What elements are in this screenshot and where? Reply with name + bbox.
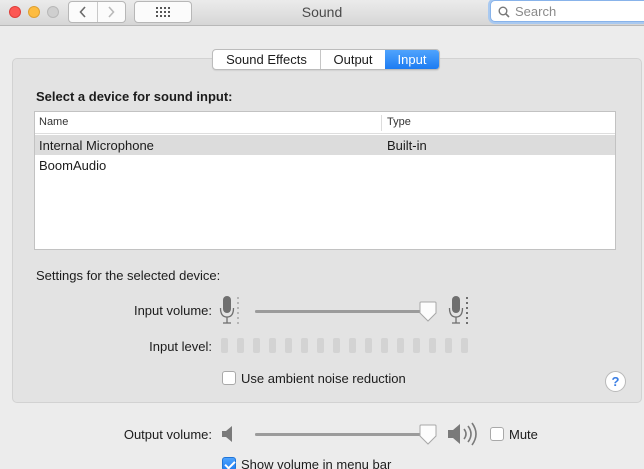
settings-label: Settings for the selected device:	[36, 268, 221, 283]
table-row[interactable]: Internal Microphone Built-in	[35, 135, 615, 155]
table-header: Name Type	[35, 112, 615, 134]
input-level-segment	[237, 338, 244, 353]
device-name: Internal Microphone	[39, 138, 154, 153]
search-field[interactable]	[490, 0, 644, 22]
speaker-low-icon	[222, 426, 232, 442]
input-level-segment	[285, 338, 292, 353]
output-volume-label: Output volume:	[123, 427, 212, 442]
ambient-noise-label: Use ambient noise reduction	[241, 371, 406, 386]
input-volume-fill	[255, 310, 428, 313]
input-level-segment	[445, 338, 452, 353]
device-list-heading: Select a device for sound input:	[36, 89, 233, 104]
column-header-type[interactable]: Type	[387, 116, 411, 128]
microphone-low-icon	[219, 296, 239, 324]
input-level-segment	[269, 338, 276, 353]
search-icon	[498, 6, 510, 18]
tab-input[interactable]: Input	[385, 50, 439, 69]
input-level-label: Input level:	[149, 339, 212, 354]
input-level-segment	[429, 338, 436, 353]
input-volume-knob[interactable]	[419, 301, 437, 323]
input-volume-slider[interactable]	[255, 310, 432, 313]
input-level-segment	[397, 338, 404, 353]
input-level-segment	[301, 338, 308, 353]
input-level-segment	[381, 338, 388, 353]
device-name: BoomAudio	[39, 158, 107, 173]
input-level-meter	[221, 338, 477, 353]
input-level-segment	[221, 338, 228, 353]
show-volume-menubar-checkbox[interactable]	[222, 457, 236, 469]
show-volume-menubar-label: Show volume in menu bar	[241, 457, 392, 469]
output-volume-slider[interactable]	[255, 433, 432, 436]
title-bar: Sound	[0, 0, 644, 26]
input-level-segment	[349, 338, 356, 353]
table-row[interactable]: BoomAudio	[35, 155, 615, 175]
tab-sound-effects[interactable]: Sound Effects	[213, 50, 320, 69]
input-level-segment	[365, 338, 372, 353]
ambient-noise-checkbox[interactable]	[222, 371, 236, 385]
search-input[interactable]	[515, 3, 635, 19]
input-level-segment	[253, 338, 260, 353]
device-table[interactable]: Name Type Internal Microphone Built-in B…	[34, 111, 616, 250]
microphone-high-icon	[448, 296, 468, 324]
mute-checkbox[interactable]	[490, 427, 504, 441]
input-level-segment	[413, 338, 420, 353]
input-level-segment	[317, 338, 324, 353]
speaker-high-icon	[448, 422, 477, 446]
help-button[interactable]: ?	[605, 371, 626, 392]
output-volume-fill	[255, 433, 428, 436]
tab-bar: Sound Effects Output Input	[212, 49, 440, 70]
mute-label: Mute	[509, 427, 538, 442]
tab-output[interactable]: Output	[320, 50, 385, 69]
input-volume-label: Input volume:	[133, 303, 212, 318]
output-volume-knob[interactable]	[419, 424, 437, 446]
input-level-segment	[333, 338, 340, 353]
column-divider[interactable]	[381, 115, 382, 131]
input-level-segment	[461, 338, 468, 353]
device-type: Built-in	[387, 138, 427, 153]
column-header-name[interactable]: Name	[39, 116, 68, 128]
